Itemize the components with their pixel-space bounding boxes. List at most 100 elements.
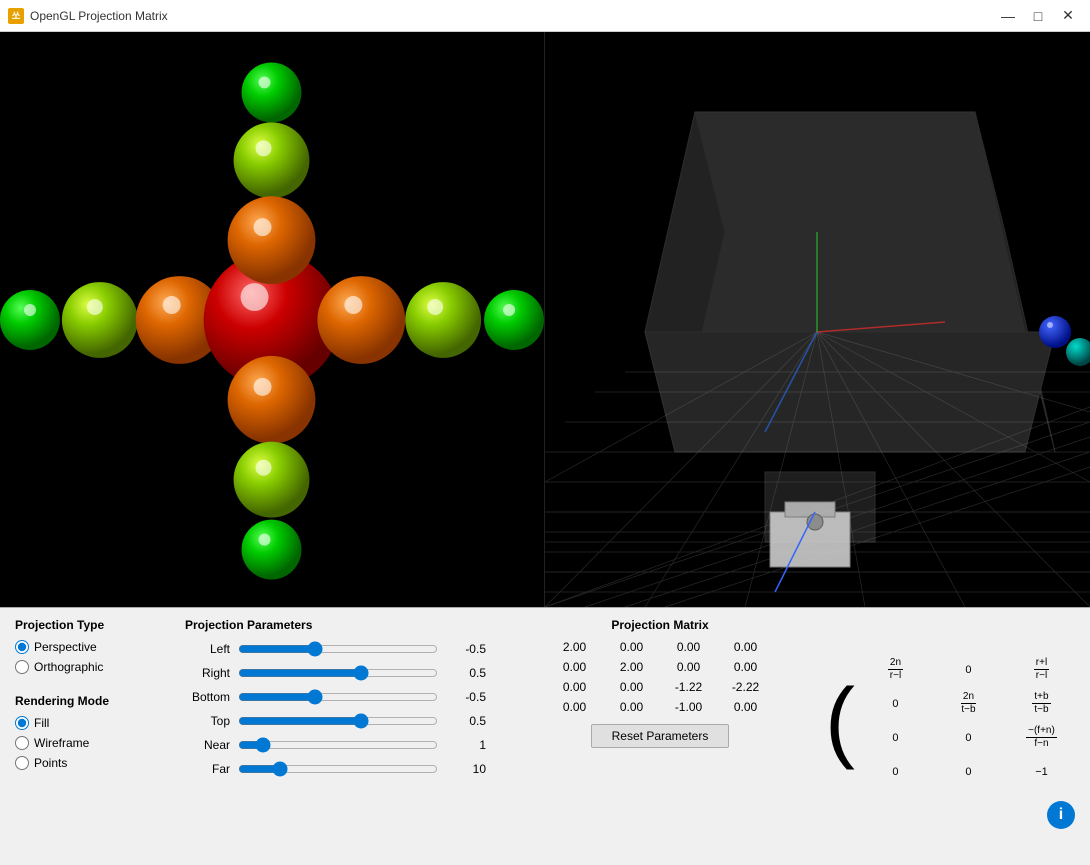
matrix-cell-32: -1.00 bbox=[661, 698, 716, 716]
radio-points-input[interactable] bbox=[15, 756, 29, 770]
matrix-cell-31: 0.00 bbox=[604, 698, 659, 716]
reset-button[interactable]: Reset Parameters bbox=[591, 724, 730, 748]
matrix-title: Projection Matrix bbox=[611, 618, 708, 632]
param-near-row: Near 1 bbox=[185, 736, 495, 754]
info-button[interactable]: i bbox=[1047, 801, 1075, 829]
matrix-cell-10: 0.00 bbox=[547, 658, 602, 676]
param-near-slider[interactable] bbox=[238, 736, 438, 754]
radio-wireframe[interactable]: Wireframe bbox=[15, 736, 135, 750]
formula-01: 0 bbox=[936, 655, 1001, 685]
formula-11: 2nt−b bbox=[936, 689, 1001, 719]
radio-points[interactable]: Points bbox=[15, 756, 135, 770]
param-bottom-row: Bottom -0.5 bbox=[185, 688, 495, 706]
viewports bbox=[0, 32, 1090, 607]
matrix-cell-00: 2.00 bbox=[547, 638, 602, 656]
radio-perspective-input[interactable] bbox=[15, 640, 29, 654]
projection-type-section: Projection Type Perspective Orthographic… bbox=[15, 618, 135, 855]
param-far-row: Far 10 bbox=[185, 760, 495, 778]
matrix-cell-13: 0.00 bbox=[718, 658, 773, 676]
param-far-value: 10 bbox=[446, 762, 486, 776]
formula-matrix: ( 2nr−l 0 r+lr−l 0 0 2nt−b bbox=[825, 645, 1075, 797]
title-bar: 쏘 OpenGL Projection Matrix — □ ✕ bbox=[0, 0, 1090, 32]
matrix-cell-20: 0.00 bbox=[547, 678, 602, 696]
formula-03: 0 bbox=[1082, 655, 1090, 685]
param-near-label: Near bbox=[185, 738, 230, 752]
param-near-value: 1 bbox=[446, 738, 486, 752]
formula-33: 0 bbox=[1082, 757, 1090, 787]
formula-12: t+bt−b bbox=[1009, 689, 1074, 719]
formula-section: ( 2nr−l 0 r+lr−l 0 0 2nt−b bbox=[825, 618, 1075, 855]
radio-perspective-label: Perspective bbox=[34, 640, 97, 654]
maximize-button[interactable]: □ bbox=[1024, 4, 1052, 28]
radio-orthographic-label: Orthographic bbox=[34, 660, 103, 674]
formula-10: 0 bbox=[863, 689, 928, 719]
radio-perspective[interactable]: Perspective bbox=[15, 640, 135, 654]
projection-type-group: Perspective Orthographic bbox=[15, 640, 135, 674]
radio-orthographic-input[interactable] bbox=[15, 660, 29, 674]
param-right-label: Right bbox=[185, 666, 230, 680]
radio-fill-label: Fill bbox=[34, 716, 49, 730]
param-right-slider[interactable] bbox=[238, 664, 438, 682]
viewport-left[interactable] bbox=[0, 32, 545, 607]
param-right-value: 0.5 bbox=[446, 666, 486, 680]
formula-grid: 2nr−l 0 r+lr−l 0 0 2nt−b t+bt−b 0 bbox=[859, 645, 1090, 797]
formula-32: −1 bbox=[1009, 757, 1074, 787]
param-top-value: 0.5 bbox=[446, 714, 486, 728]
formula-22: −(f+n)f−n bbox=[1009, 723, 1074, 753]
projection-type-title: Projection Type bbox=[15, 618, 135, 632]
rendering-mode-group: Fill Wireframe Points bbox=[15, 716, 135, 770]
matrix-cell-22: -1.22 bbox=[661, 678, 716, 696]
radio-wireframe-input[interactable] bbox=[15, 736, 29, 750]
radio-fill-input[interactable] bbox=[15, 716, 29, 730]
projection-params-section: Projection Parameters Left -0.5 Right 0.… bbox=[185, 618, 495, 855]
main-content: Projection Type Perspective Orthographic… bbox=[0, 32, 1090, 865]
param-left-slider[interactable] bbox=[238, 640, 438, 658]
matrix-cell-23: -2.22 bbox=[718, 678, 773, 696]
formula-13: 0 bbox=[1082, 689, 1090, 719]
formula-21: 0 bbox=[936, 723, 1001, 753]
formula-02: r+lr−l bbox=[1009, 655, 1074, 685]
projection-matrix-section: Projection Matrix 2.00 0.00 0.00 0.00 0.… bbox=[545, 618, 775, 855]
matrix-cell-21: 0.00 bbox=[604, 678, 659, 696]
param-left-label: Left bbox=[185, 642, 230, 656]
param-left-row: Left -0.5 bbox=[185, 640, 495, 658]
formula-23: −2fnf−n bbox=[1082, 723, 1090, 753]
param-far-label: Far bbox=[185, 762, 230, 776]
close-button[interactable]: ✕ bbox=[1054, 4, 1082, 28]
controls-panel: Projection Type Perspective Orthographic… bbox=[0, 607, 1090, 865]
param-bottom-value: -0.5 bbox=[446, 690, 486, 704]
param-top-row: Top 0.5 bbox=[185, 712, 495, 730]
window-title: OpenGL Projection Matrix bbox=[30, 9, 168, 23]
bracket-left: ( bbox=[825, 676, 855, 766]
radio-fill[interactable]: Fill bbox=[15, 716, 135, 730]
param-right-row: Right 0.5 bbox=[185, 664, 495, 682]
title-bar-controls: — □ ✕ bbox=[994, 4, 1082, 28]
title-bar-left: 쏘 OpenGL Projection Matrix bbox=[8, 8, 168, 24]
formula-31: 0 bbox=[936, 757, 1001, 787]
param-left-value: -0.5 bbox=[446, 642, 486, 656]
param-top-slider[interactable] bbox=[238, 712, 438, 730]
params-title: Projection Parameters bbox=[185, 618, 495, 632]
radio-orthographic[interactable]: Orthographic bbox=[15, 660, 135, 674]
app-icon: 쏘 bbox=[8, 8, 24, 24]
matrix-cell-33: 0.00 bbox=[718, 698, 773, 716]
matrix-cell-01: 0.00 bbox=[604, 638, 659, 656]
param-bottom-slider[interactable] bbox=[238, 688, 438, 706]
viewport-right[interactable] bbox=[545, 32, 1090, 607]
matrix-cell-11: 2.00 bbox=[604, 658, 659, 676]
formula-20: 0 bbox=[863, 723, 928, 753]
minimize-button[interactable]: — bbox=[994, 4, 1022, 28]
matrix-cell-03: 0.00 bbox=[718, 638, 773, 656]
formula-30: 0 bbox=[863, 757, 928, 787]
radio-points-label: Points bbox=[34, 756, 67, 770]
formula-00: 2nr−l bbox=[863, 655, 928, 685]
matrix-grid: 2.00 0.00 0.00 0.00 0.00 2.00 0.00 0.00 … bbox=[547, 638, 773, 716]
radio-wireframe-label: Wireframe bbox=[34, 736, 89, 750]
param-far-slider[interactable] bbox=[238, 760, 438, 778]
matrix-cell-02: 0.00 bbox=[661, 638, 716, 656]
rendering-mode-title: Rendering Mode bbox=[15, 694, 135, 708]
param-bottom-label: Bottom bbox=[185, 690, 230, 704]
param-top-label: Top bbox=[185, 714, 230, 728]
matrix-cell-30: 0.00 bbox=[547, 698, 602, 716]
matrix-cell-12: 0.00 bbox=[661, 658, 716, 676]
